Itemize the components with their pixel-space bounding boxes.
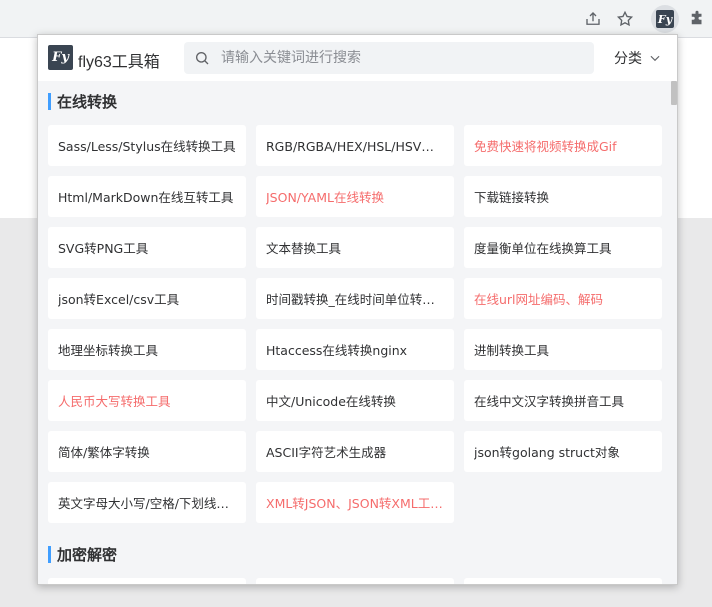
- search-icon: [196, 52, 209, 65]
- tool-card-label: 简体/繁体字转换: [58, 445, 150, 460]
- extensions-puzzle-icon[interactable]: [686, 8, 708, 30]
- tool-card-label: SVG转PNG工具: [58, 241, 149, 256]
- tool-card[interactable]: 英文字母大小写/空格/下划线…: [48, 482, 246, 523]
- browser-toolbar: Fy: [0, 0, 712, 38]
- section-title-online-convert: 在线转换: [48, 91, 117, 111]
- tool-card[interactable]: JSON/YAML在线转换: [256, 176, 454, 217]
- tool-grid-encrypt-decrypt: [48, 578, 664, 584]
- extension-button[interactable]: Fy: [651, 5, 679, 33]
- section-title-encrypt-decrypt: 加密解密: [48, 544, 117, 564]
- tool-card-label: json转golang struct对象: [474, 445, 620, 460]
- tool-grid-online-convert: Sass/Less/Stylus在线转换工具 RGB/RGBA/HEX/HSL/H…: [48, 125, 664, 523]
- tool-card-label: Htaccess在线转换nginx: [266, 343, 408, 358]
- tool-card-label: 在线中文汉字转换拼音工具: [474, 394, 625, 409]
- tool-card[interactable]: 在线中文汉字转换拼音工具: [464, 380, 662, 421]
- section-accent-bar: [48, 545, 51, 563]
- tool-card-label: json转Excel/csv工具: [58, 292, 180, 307]
- category-dropdown[interactable]: 分类: [614, 48, 662, 68]
- tool-card-label: 免费快速将视频转换成Gif: [474, 139, 617, 154]
- tool-card[interactable]: SVG转PNG工具: [48, 227, 246, 268]
- tool-card[interactable]: 度量衡单位在线换算工具: [464, 227, 662, 268]
- tool-card[interactable]: Html/MarkDown在线互转工具: [48, 176, 246, 217]
- tool-card[interactable]: 免费快速将视频转换成Gif: [464, 125, 662, 166]
- tool-card[interactable]: [464, 578, 662, 584]
- tool-card-label: XML转JSON、JSON转XML工…: [266, 496, 443, 511]
- tool-card-label: 进制转换工具: [474, 343, 550, 358]
- scrollbar-track[interactable]: [670, 81, 677, 584]
- tool-card[interactable]: 下载链接转换: [464, 176, 662, 217]
- tool-card[interactable]: Htaccess在线转换nginx: [256, 329, 454, 370]
- tool-card[interactable]: 进制转换工具: [464, 329, 662, 370]
- tool-card[interactable]: XML转JSON、JSON转XML工…: [256, 482, 454, 523]
- tool-card[interactable]: json转golang struct对象: [464, 431, 662, 472]
- tool-card[interactable]: 简体/繁体字转换: [48, 431, 246, 472]
- tool-list[interactable]: 在线转换 Sass/Less/Stylus在线转换工具 RGB/RGBA/HEX/…: [38, 81, 670, 584]
- tool-card-label: ASCII字符艺术生成器: [266, 445, 387, 460]
- tool-card-label: 文本替换工具: [266, 241, 342, 256]
- tool-card[interactable]: 文本替换工具: [256, 227, 454, 268]
- popup-header: Fy fly63工具箱 分类: [38, 35, 677, 81]
- tool-card[interactable]: 时间戳转换_在线时间单位转…: [256, 278, 454, 319]
- search-box[interactable]: [184, 42, 594, 74]
- tool-card-label: Html/MarkDown在线互转工具: [58, 190, 234, 205]
- extension-popup: Fy fly63工具箱 分类 在线转换 Sass/Less/Stylus在线转换…: [37, 34, 678, 585]
- tool-card[interactable]: [256, 578, 454, 584]
- share-icon[interactable]: [582, 8, 604, 30]
- tool-card-label: RGB/RGBA/HEX/HSL/HSV颜…: [266, 139, 444, 154]
- tool-card-label: 时间戳转换_在线时间单位转…: [266, 292, 435, 307]
- extension-logo-icon: Fy: [656, 10, 674, 28]
- section-accent-bar: [48, 92, 51, 110]
- tool-card-label: 下载链接转换: [474, 190, 550, 205]
- category-label: 分类: [614, 51, 642, 67]
- tool-card[interactable]: Sass/Less/Stylus在线转换工具: [48, 125, 246, 166]
- app-title: fly63工具箱: [78, 54, 160, 71]
- tool-card-label: Sass/Less/Stylus在线转换工具: [58, 139, 236, 154]
- tool-card-label: 地理坐标转换工具: [58, 343, 159, 358]
- tool-card-label: JSON/YAML在线转换: [266, 190, 384, 205]
- tool-card[interactable]: 在线url网址编码、解码: [464, 278, 662, 319]
- chevron-down-icon: [650, 55, 660, 62]
- search-input[interactable]: [219, 49, 583, 67]
- tool-card[interactable]: [48, 578, 246, 584]
- tool-card-label: 在线url网址编码、解码: [474, 292, 604, 307]
- tool-card-label: 人民币大写转换工具: [58, 394, 171, 409]
- tool-card-label: 英文字母大小写/空格/下划线…: [58, 496, 229, 511]
- tool-card[interactable]: 人民币大写转换工具: [48, 380, 246, 421]
- tool-card[interactable]: 地理坐标转换工具: [48, 329, 246, 370]
- tool-card-label: 中文/Unicode在线转换: [266, 394, 396, 409]
- tool-card[interactable]: RGB/RGBA/HEX/HSL/HSV颜…: [256, 125, 454, 166]
- scrollbar-thumb[interactable]: [671, 81, 677, 105]
- app-logo-icon: Fy: [48, 45, 73, 70]
- tool-card[interactable]: 中文/Unicode在线转换: [256, 380, 454, 421]
- tool-card-label: 度量衡单位在线换算工具: [474, 241, 612, 256]
- tool-card[interactable]: json转Excel/csv工具: [48, 278, 246, 319]
- bookmark-star-icon[interactable]: [614, 8, 636, 30]
- tool-card[interactable]: ASCII字符艺术生成器: [256, 431, 454, 472]
